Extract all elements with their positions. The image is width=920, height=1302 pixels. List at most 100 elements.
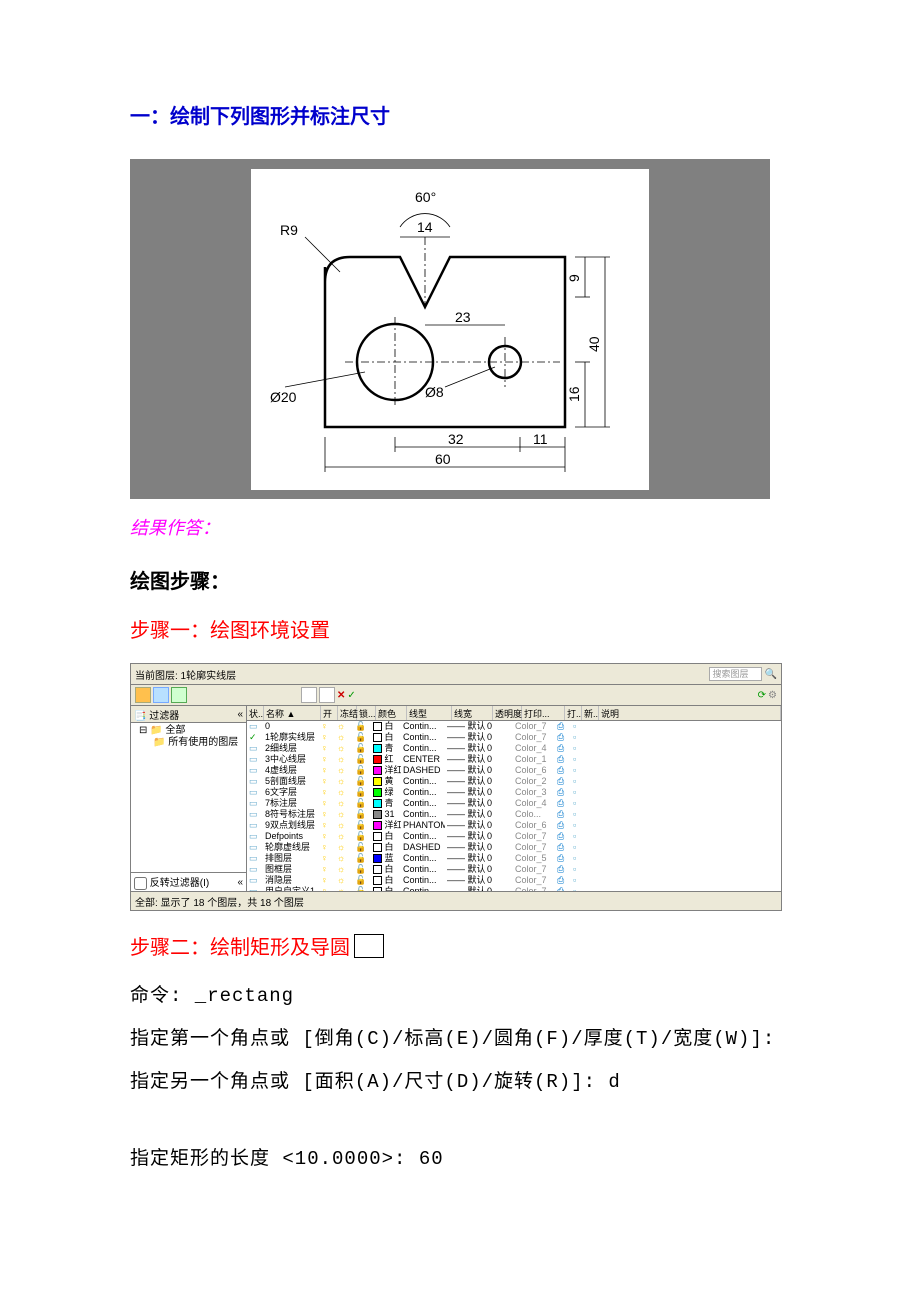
lock-icon: 🔓 <box>355 831 366 841</box>
lock-icon: 🔓 <box>355 721 366 731</box>
filter-tree: 📑 过滤器 « ⊟ 📁 全部 📁 所有使用的图层 反转过滤器(I) « <box>131 706 247 891</box>
refresh-icon[interactable]: ⟳ <box>758 690 766 701</box>
layer-titlebar: 当前图层: 1轮廓实线层 搜索图层 🔍 <box>131 664 781 685</box>
expand-tree-icon[interactable]: « <box>237 877 243 888</box>
lock-icon: 🔓 <box>355 886 366 891</box>
layer-row[interactable]: ▭消隐层♀☼🔓 白Contin...—— 默认0Color_7⎙▫ <box>247 875 781 886</box>
current-layer-label: 当前图层: 1轮廓实线层 <box>135 667 236 682</box>
bulb-icon: ♀ <box>321 765 328 775</box>
filter-tree-header: 📑 过滤器 <box>134 707 179 722</box>
lock-icon: 🔓 <box>355 743 366 753</box>
plot-icon: ⎙ <box>557 864 564 874</box>
layer-row[interactable]: ▭3中心线层♀☼🔓 红CENTER—— 默认0Color_1⎙▫ <box>247 754 781 765</box>
bulb-icon: ♀ <box>321 754 328 764</box>
plot-icon: ⎙ <box>557 875 564 885</box>
set-current-icon[interactable]: ✓ <box>347 690 355 701</box>
layer-row[interactable]: ▭6文字层♀☼🔓 绿Contin...—— 默认0Color_3⎙▫ <box>247 787 781 798</box>
layer-status-bar: 全部: 显示了 18 个图层，共 18 个图层 <box>131 891 781 910</box>
svg-text:9: 9 <box>566 274 582 282</box>
svg-text:14: 14 <box>417 219 433 235</box>
lock-icon: 🔓 <box>355 875 366 885</box>
sun-icon: ☼ <box>337 787 345 797</box>
new-layer-icon[interactable] <box>135 687 151 703</box>
technical-drawing: 60° 14 R9 9 16 40 <box>251 169 649 490</box>
lock-icon: 🔓 <box>355 765 366 775</box>
lock-icon: 🔓 <box>355 820 366 830</box>
invert-filter-checkbox[interactable]: 反转过滤器(I) <box>134 874 209 890</box>
command-line-2: 指定第一个角点或 [倒角(C)/标高(E)/圆角(F)/厚度(T)/宽度(W)]… <box>130 1023 790 1050</box>
layer-list-header: 状.. 名称 ▲ 开 冻结 锁... 颜色 线型 线宽 透明度 打印... 打.… <box>247 706 781 721</box>
sun-icon: ☼ <box>337 842 345 852</box>
vp-freeze-icon: ▫ <box>573 721 576 731</box>
svg-text:16: 16 <box>566 386 582 402</box>
plot-icon: ⎙ <box>557 754 564 764</box>
bulb-icon: ♀ <box>321 886 328 891</box>
sun-icon: ☼ <box>337 820 345 830</box>
svg-text:Ø8: Ø8 <box>425 384 444 400</box>
svg-text:60°: 60° <box>415 189 436 205</box>
steps-heading: 绘图步骤： <box>130 565 790 594</box>
vp-freeze-icon: ▫ <box>573 732 576 742</box>
svg-text:40: 40 <box>586 336 602 352</box>
lock-icon: 🔓 <box>355 754 366 764</box>
svg-text:60: 60 <box>435 451 451 467</box>
layer-row[interactable]: ✓1轮廓实线层♀☼🔓 白Contin...—— 默认0Color_7⎙▫ <box>247 732 781 743</box>
sun-icon: ☼ <box>337 721 345 731</box>
plot-icon: ⎙ <box>557 842 564 852</box>
layer-row[interactable]: ▭4虚线层♀☼🔓 洋红DASHED—— 默认0Color_6⎙▫ <box>247 765 781 776</box>
delete-layer-icon[interactable]: ✕ <box>337 690 345 701</box>
vp-freeze-icon: ▫ <box>573 809 576 819</box>
tree-node-used[interactable]: 📁 所有使用的图层 <box>133 737 244 749</box>
new-layer-freeze-btn[interactable] <box>319 687 335 703</box>
plot-icon: ⎙ <box>557 776 564 786</box>
layer-states-icon[interactable] <box>153 687 169 703</box>
step1-heading: 步骤一：绘图环境设置 <box>130 614 790 643</box>
vp-freeze-icon: ▫ <box>573 875 576 885</box>
bulb-icon: ♀ <box>321 787 328 797</box>
svg-text:11: 11 <box>533 431 548 447</box>
sun-icon: ☼ <box>337 743 345 753</box>
layer-row[interactable]: ▭9双点划线层♀☼🔓 洋红PHANTOM—— 默认0Color_6⎙▫ <box>247 820 781 831</box>
vp-freeze-icon: ▫ <box>573 853 576 863</box>
layer-row[interactable]: ▭5剖面线层♀☼🔓 黄Contin...—— 默认0Color_2⎙▫ <box>247 776 781 787</box>
layer-row[interactable]: ▭Defpoints♀☼🔓 白Contin...—— 默认0Color_7⎙▫ <box>247 831 781 842</box>
layer-manager-panel: 当前图层: 1轮廓实线层 搜索图层 🔍 ✕ ✓ ⟳ ⚙ 📑 过滤器 « <box>130 663 782 911</box>
bulb-icon: ♀ <box>321 853 328 863</box>
plot-icon: ⎙ <box>557 721 564 731</box>
plot-icon: ⎙ <box>557 886 564 891</box>
bulb-icon: ♀ <box>321 809 328 819</box>
new-layer-btn[interactable] <box>301 687 317 703</box>
result-label: 结果作答： <box>130 514 790 540</box>
collapse-tree-icon[interactable]: « <box>237 709 243 720</box>
layer-row[interactable]: ▭0♀☼🔓 白Contin...—— 默认0Color_7⎙▫ <box>247 721 781 732</box>
layer-row[interactable]: ▭轮廓虚线层♀☼🔓 白DASHED—— 默认0Color_7⎙▫ <box>247 842 781 853</box>
svg-text:Ø20: Ø20 <box>270 389 297 405</box>
vp-freeze-icon: ▫ <box>573 820 576 830</box>
layer-row[interactable]: ▭8符号标注层♀☼🔓 31Contin...—— 默认0Colo...⎙▫ <box>247 809 781 820</box>
lock-icon: 🔓 <box>355 853 366 863</box>
layer-search-input[interactable]: 搜索图层 <box>709 667 762 681</box>
layer-row[interactable]: ▭排图层♀☼🔓 蓝Contin...—— 默认0Color_5⎙▫ <box>247 853 781 864</box>
vp-freeze-icon: ▫ <box>573 831 576 841</box>
bulb-icon: ♀ <box>321 820 328 830</box>
layer-row[interactable]: ▭图框层♀☼🔓 白Contin...—— 默认0Color_7⎙▫ <box>247 864 781 875</box>
plot-icon: ⎙ <box>557 732 564 742</box>
sun-icon: ☼ <box>337 732 345 742</box>
sun-icon: ☼ <box>337 776 345 786</box>
layer-list-rows: ▭0♀☼🔓 白Contin...—— 默认0Color_7⎙▫✓1轮廓实线层♀☼… <box>247 721 781 891</box>
command-line-1: 命令: _rectang <box>130 980 790 1007</box>
plot-icon: ⎙ <box>557 820 564 830</box>
tree-node-all[interactable]: ⊟ 📁 全部 <box>133 725 244 737</box>
lock-icon: 🔓 <box>355 864 366 874</box>
settings-icon[interactable]: ⚙ <box>768 690 777 701</box>
layer-row[interactable]: ▭用户自定义1♀☼🔓 白Contin...—— 默认0Color_7⎙▫ <box>247 886 781 891</box>
sun-icon: ☼ <box>337 809 345 819</box>
vp-freeze-icon: ▫ <box>573 754 576 764</box>
layer-filter-icon[interactable] <box>171 687 187 703</box>
svg-text:R9: R9 <box>280 222 298 238</box>
search-icon[interactable]: 🔍 <box>765 669 777 680</box>
plot-icon: ⎙ <box>557 787 564 797</box>
layer-row[interactable]: ▭7标注层♀☼🔓 青Contin...—— 默认0Color_4⎙▫ <box>247 798 781 809</box>
sun-icon: ☼ <box>337 875 345 885</box>
layer-row[interactable]: ▭2细线层♀☼🔓 青Contin...—— 默认0Color_4⎙▫ <box>247 743 781 754</box>
